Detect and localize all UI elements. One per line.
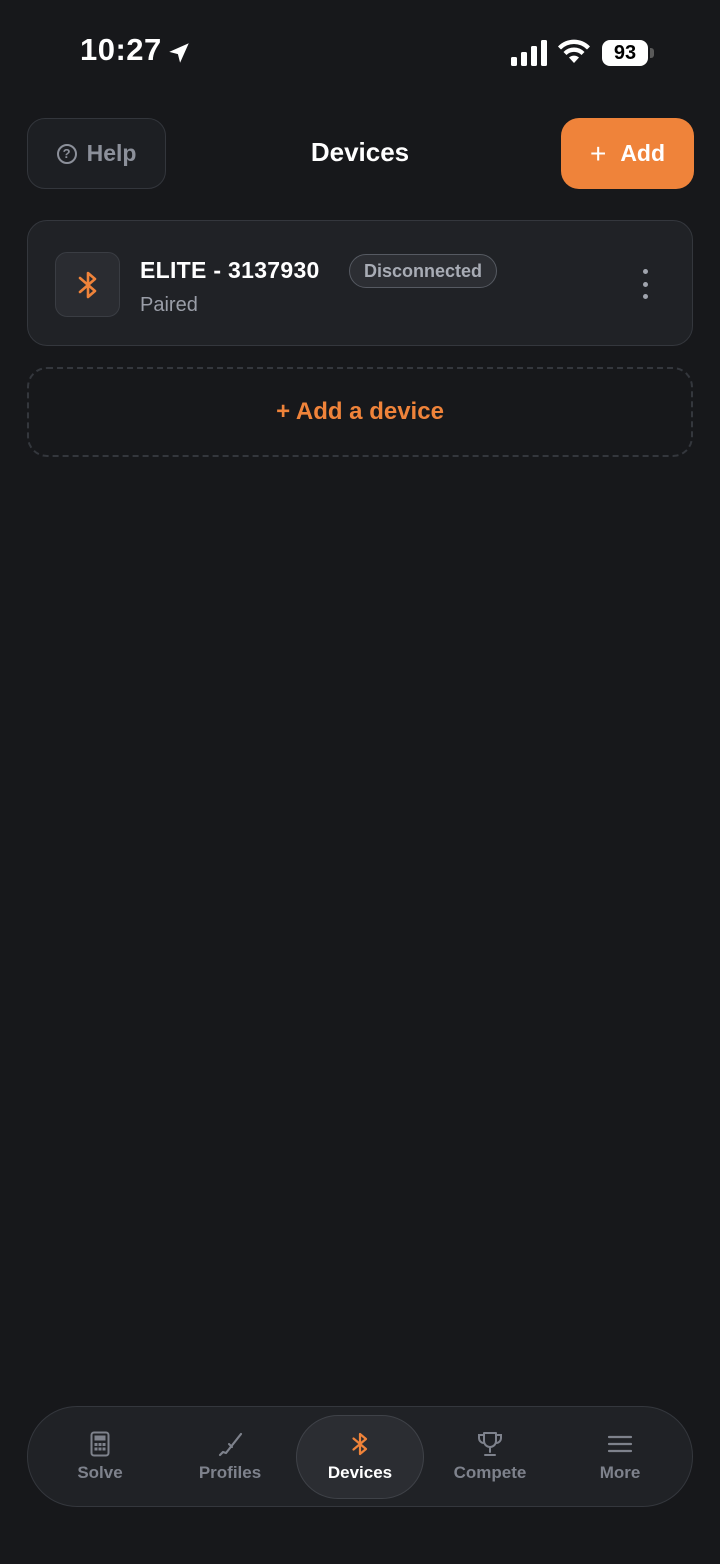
status-bar: 10:27 93: [0, 0, 720, 100]
tab-compete[interactable]: Compete: [426, 1415, 554, 1499]
device-status-badge: Disconnected: [349, 254, 498, 288]
bluetooth-icon: [352, 1432, 368, 1456]
device-pair-status: Paired: [140, 294, 198, 316]
tab-label: Devices: [327, 1463, 393, 1482]
battery-indicator: 93: [602, 40, 648, 66]
tab-label: Compete: [453, 1463, 527, 1482]
device-name: ELITE - 3137930: [140, 257, 320, 283]
tab-more[interactable]: More: [556, 1415, 684, 1499]
status-time: 10:27: [80, 32, 162, 67]
location-arrow-icon: [169, 43, 189, 63]
menu-icon: [607, 1435, 633, 1453]
devices-screen: 10:27 93 ? Help Devices + Add ELITE - 31…: [0, 0, 720, 1564]
more-options-icon[interactable]: [638, 269, 652, 299]
add-button[interactable]: + Add: [561, 118, 694, 189]
cellular-signal-icon: [511, 40, 547, 66]
battery-tip: [650, 48, 654, 58]
trophy-icon: [478, 1432, 502, 1456]
tab-devices[interactable]: Devices: [296, 1415, 424, 1499]
tab-label: More: [599, 1463, 641, 1482]
tab-label: Profiles: [198, 1463, 262, 1482]
tab-bar: Solve Profiles Devices Compete More: [27, 1406, 693, 1507]
rifle-icon: [218, 1432, 243, 1457]
device-icon-box: [55, 252, 120, 317]
add-label: Add: [620, 140, 666, 166]
device-card[interactable]: ELITE - 3137930 Disconnected Paired: [27, 220, 693, 346]
tab-profiles[interactable]: Profiles: [166, 1415, 294, 1499]
wifi-icon: [558, 39, 590, 63]
plus-icon: +: [589, 137, 607, 169]
bluetooth-icon: [78, 271, 96, 298]
tab-label: Solve: [77, 1463, 123, 1482]
tab-solve[interactable]: Solve: [36, 1415, 164, 1499]
calculator-icon: [90, 1431, 110, 1457]
add-device-button[interactable]: + Add a device: [27, 367, 693, 457]
